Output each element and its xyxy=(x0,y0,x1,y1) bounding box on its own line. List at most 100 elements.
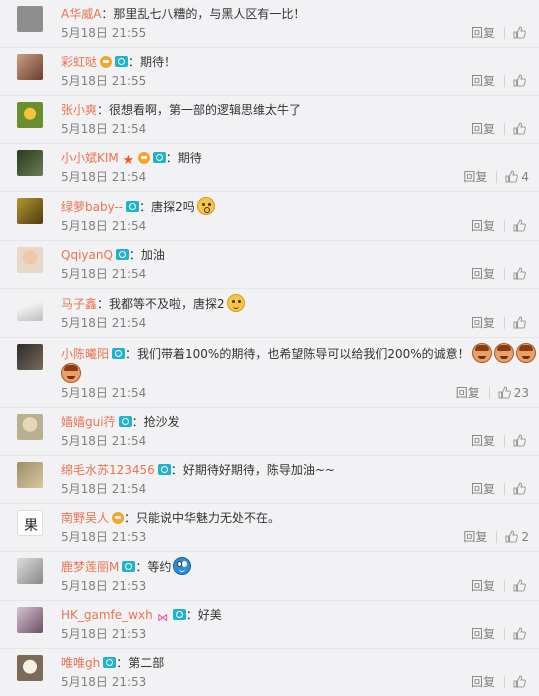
commenter-name[interactable]: 彩虹哒 xyxy=(61,55,97,69)
comment-item: HK_gamfe_wxh ⋈ ：好美 5月18日 21:53 回复 xyxy=(0,601,539,649)
avatar[interactable] xyxy=(17,344,43,370)
reply-button[interactable]: 回复 xyxy=(456,386,480,400)
avatar[interactable] xyxy=(17,655,43,681)
comment-item: 嫱嫱gui荇 ：抢沙发 5月18日 21:54 回复 xyxy=(0,408,539,456)
commenter-name[interactable]: 马子鑫 xyxy=(61,297,97,311)
like-icon[interactable] xyxy=(505,530,519,543)
reply-button[interactable]: 回复 xyxy=(471,434,495,448)
reply-button[interactable]: 回复 xyxy=(471,675,495,689)
comment-item: 彩虹哒 ：期待！ 5月18日 21:55 回复 xyxy=(0,48,539,96)
reply-button[interactable]: 回复 xyxy=(471,74,495,88)
commenter-name[interactable]: 唯唯gh xyxy=(61,656,100,670)
camera-icon[interactable] xyxy=(126,201,140,212)
like-icon[interactable] xyxy=(513,219,526,232)
reply-button[interactable]: 回复 xyxy=(463,530,487,544)
reply-button[interactable]: 回复 xyxy=(471,316,495,330)
comment-item: 绿萝baby-- ：唐探2吗 5月18日 21:54 回复 xyxy=(0,192,539,241)
like-icon[interactable] xyxy=(513,579,526,592)
reply-button[interactable]: 回复 xyxy=(471,219,495,233)
smile-emoji-icon xyxy=(226,294,245,312)
divider xyxy=(504,75,505,87)
comment-item: 小小斌KIM ★ ：期待 5月18日 21:54 回复 4 xyxy=(0,144,539,192)
avatar[interactable] xyxy=(17,462,43,488)
commenter-name[interactable]: 嫱嫱gui荇 xyxy=(61,415,116,429)
reply-button[interactable]: 回复 xyxy=(471,122,495,136)
vip-icon[interactable] xyxy=(100,56,113,68)
shocked-emoji-icon xyxy=(196,197,215,215)
like-icon[interactable] xyxy=(513,74,526,87)
camera-icon[interactable] xyxy=(112,348,126,359)
camera-icon[interactable] xyxy=(103,657,117,668)
comment-time: 5月18日 21:54 xyxy=(61,122,147,136)
avatar[interactable] xyxy=(17,54,43,80)
avatar[interactable] xyxy=(17,150,43,176)
like-icon[interactable] xyxy=(513,482,526,495)
face-emoji-icon xyxy=(493,343,514,363)
like-icon[interactable] xyxy=(513,316,526,329)
like-icon[interactable] xyxy=(498,386,511,399)
divider xyxy=(504,268,505,280)
avatar[interactable] xyxy=(17,295,43,321)
reply-button[interactable]: 回复 xyxy=(471,627,495,641)
camera-icon[interactable] xyxy=(152,152,166,163)
like-icon[interactable] xyxy=(505,170,519,183)
commenter-name[interactable]: A华威A xyxy=(61,7,101,21)
reply-button[interactable]: 回复 xyxy=(471,482,495,496)
reply-button[interactable]: 回复 xyxy=(471,579,495,593)
camera-icon[interactable] xyxy=(118,416,132,427)
comment-time: 5月18日 21:55 xyxy=(61,74,147,88)
divider xyxy=(504,483,505,495)
reply-button[interactable]: 回复 xyxy=(471,26,495,40)
comment-time: 5月18日 21:53 xyxy=(61,675,147,689)
divider xyxy=(504,123,505,135)
vip-icon[interactable] xyxy=(112,512,125,524)
like-icon[interactable] xyxy=(513,434,526,447)
avatar[interactable] xyxy=(17,414,43,440)
camera-icon[interactable] xyxy=(122,561,136,572)
like-icon[interactable] xyxy=(513,627,526,640)
commenter-name[interactable]: 鹿梦莲丽M xyxy=(61,560,119,574)
avatar[interactable] xyxy=(17,247,43,273)
like-icon[interactable] xyxy=(513,675,526,688)
commenter-name[interactable]: 绿萝baby-- xyxy=(61,200,123,214)
camera-icon[interactable] xyxy=(172,609,186,620)
comment-text: ：那里乱七八糟的，与黑人区有一比！ xyxy=(101,7,306,21)
camera-icon[interactable] xyxy=(115,56,129,67)
comment-item: A华威A：那里乱七八糟的，与黑人区有一比！ 5月18日 21:55 回复 xyxy=(0,0,539,48)
divider xyxy=(504,220,505,232)
commenter-name[interactable]: 绵毛水苏123456 xyxy=(61,463,155,477)
avatar[interactable] xyxy=(17,607,43,633)
comment-text: ：我们带着100%的期待，也希望陈导可以给我们200%的诚意！ xyxy=(125,347,470,361)
comment-time: 5月18日 21:54 xyxy=(61,386,147,400)
camera-icon[interactable] xyxy=(157,464,171,475)
avatar[interactable] xyxy=(17,6,43,32)
like-icon[interactable] xyxy=(513,26,526,39)
divider xyxy=(504,27,505,39)
comment-time: 5月18日 21:54 xyxy=(61,482,147,496)
commenter-name[interactable]: 南野吴人 xyxy=(61,511,109,525)
divider xyxy=(504,628,505,640)
like-icon[interactable] xyxy=(513,122,526,135)
avatar[interactable] xyxy=(17,510,43,536)
commenter-name[interactable]: QqiyanQ xyxy=(61,248,113,262)
comment-text: ：好期待好期待，陈导加油~~ xyxy=(170,463,335,477)
commenter-name[interactable]: 小陈曦阳 xyxy=(61,347,109,361)
avatar[interactable] xyxy=(17,558,43,584)
butterfly-icon[interactable]: ⋈ xyxy=(156,612,170,623)
avatar[interactable] xyxy=(17,198,43,224)
star-icon[interactable]: ★ xyxy=(122,154,135,167)
comment-text: ：期待！ xyxy=(128,55,177,69)
commenter-name[interactable]: HK_gamfe_wxh xyxy=(61,608,153,622)
comment-time: 5月18日 21:54 xyxy=(61,434,147,448)
commenter-name[interactable]: 张小爽 xyxy=(61,103,97,117)
avatar[interactable] xyxy=(17,102,43,128)
reply-button[interactable]: 回复 xyxy=(463,170,487,184)
comment-item: 张小爽：很想看啊，第一部的逻辑思维太牛了 5月18日 21:54 回复 xyxy=(0,96,539,144)
vip-icon[interactable] xyxy=(137,152,150,164)
reply-button[interactable]: 回复 xyxy=(471,267,495,281)
divider xyxy=(504,317,505,329)
camera-icon[interactable] xyxy=(115,249,129,260)
comment-item: 小陈曦阳 ：我们带着100%的期待，也希望陈导可以给我们200%的诚意！ 5月18… xyxy=(0,338,539,408)
like-icon[interactable] xyxy=(513,267,526,280)
commenter-name[interactable]: 小小斌KIM xyxy=(61,151,119,165)
